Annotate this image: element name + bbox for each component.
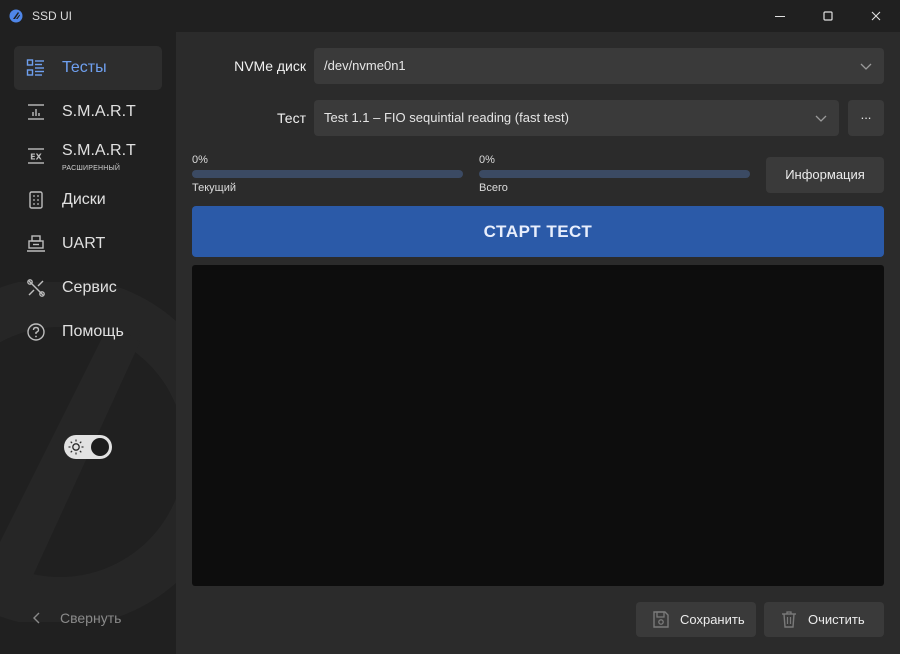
title-bar[interactable]: SSD UI (0, 0, 900, 32)
log-output[interactable] (192, 265, 884, 586)
sidebar-item-smart-extended[interactable]: EX S.M.A.R.T РАСШИРЕННЫЙ (14, 134, 162, 178)
current-progress-percent: 0% (192, 154, 208, 166)
test-select[interactable]: Test 1.1 – FIO sequintial reading (fast … (314, 100, 839, 136)
current-progress-caption: Текущий (192, 182, 236, 194)
sidebar-item-label: UART (62, 235, 106, 252)
disk-select-value: /dev/nvme0n1 (324, 58, 406, 73)
current-progress-bar (192, 170, 463, 178)
sidebar-item-label: Помощь (62, 323, 124, 340)
sidebar-item-smart[interactable]: S.M.A.R.T (14, 90, 162, 134)
test-label: Тест (277, 110, 306, 126)
sidebar-item-label: Тесты (62, 59, 107, 76)
maximize-button[interactable] (805, 0, 851, 32)
clear-label: Очистить (808, 612, 865, 627)
close-button[interactable] (853, 0, 899, 32)
sun-icon (68, 439, 84, 455)
trash-icon (782, 611, 796, 628)
total-progress-caption: Всего (479, 182, 508, 194)
test-more-button[interactable]: ... (848, 100, 884, 136)
uart-icon (27, 235, 45, 252)
close-icon (871, 11, 881, 21)
minimize-button[interactable] (757, 0, 803, 32)
disk-label: NVMe диск (234, 58, 306, 74)
sidebar: Тесты S.M.A.R.T EX S.M.A.R.T РАСШИРЕННЫЙ (0, 32, 176, 654)
save-icon (653, 611, 669, 628)
main-panel: NVMe диск /dev/nvme0n1 Тест Test 1.1 – F… (176, 32, 900, 654)
minimize-icon (775, 16, 785, 17)
clear-button[interactable]: Очистить (764, 602, 884, 637)
sidebar-item-uart[interactable]: UART (14, 222, 162, 266)
sidebar-item-label: Сервис (62, 279, 117, 296)
service-icon (27, 279, 45, 297)
toggle-knob (91, 438, 109, 456)
app-window: SSD UI Тесты S.M.A.R.T EX S.M.A.R.T РАСШ… (0, 0, 900, 654)
chevron-left-icon (33, 612, 40, 624)
test-select-value: Test 1.1 – FIO sequintial reading (fast … (324, 110, 569, 125)
sidebar-item-service[interactable]: Сервис (14, 266, 162, 310)
chevron-down-icon (815, 115, 827, 122)
sidebar-item-label: S.M.A.R.T (62, 103, 136, 120)
save-button[interactable]: Сохранить (636, 602, 756, 637)
sidebar-item-label: Диски (62, 191, 106, 208)
sidebar-item-disks[interactable]: Диски (14, 178, 162, 222)
theme-toggle[interactable] (64, 435, 112, 459)
chart-icon (28, 104, 44, 120)
maximize-icon (823, 11, 833, 21)
disk-select[interactable]: /dev/nvme0n1 (314, 48, 884, 84)
collapse-label: Свернуть (60, 610, 122, 626)
chevron-down-icon (860, 63, 872, 70)
window-title: SSD UI (32, 9, 73, 23)
save-label: Сохранить (680, 612, 745, 627)
total-progress-percent: 0% (479, 154, 495, 166)
app-logo-icon (9, 9, 23, 23)
sidebar-item-label: S.M.A.R.T (62, 142, 136, 159)
collapse-button[interactable]: Свернуть (30, 608, 160, 628)
info-button[interactable]: Информация (766, 157, 884, 193)
ex-icon: EX (28, 148, 44, 164)
help-icon (27, 323, 45, 341)
sidebar-item-help[interactable]: Помощь (14, 310, 162, 354)
tests-list-icon (26, 59, 44, 76)
total-progress-bar (479, 170, 750, 178)
start-test-button[interactable]: СТАРТ ТЕСТ (192, 206, 884, 257)
svg-text:EX: EX (30, 153, 42, 162)
sidebar-item-tests[interactable]: Тесты (14, 46, 162, 90)
disk-icon (29, 191, 43, 209)
sidebar-item-sublabel: РАСШИРЕННЫЙ (62, 165, 121, 172)
